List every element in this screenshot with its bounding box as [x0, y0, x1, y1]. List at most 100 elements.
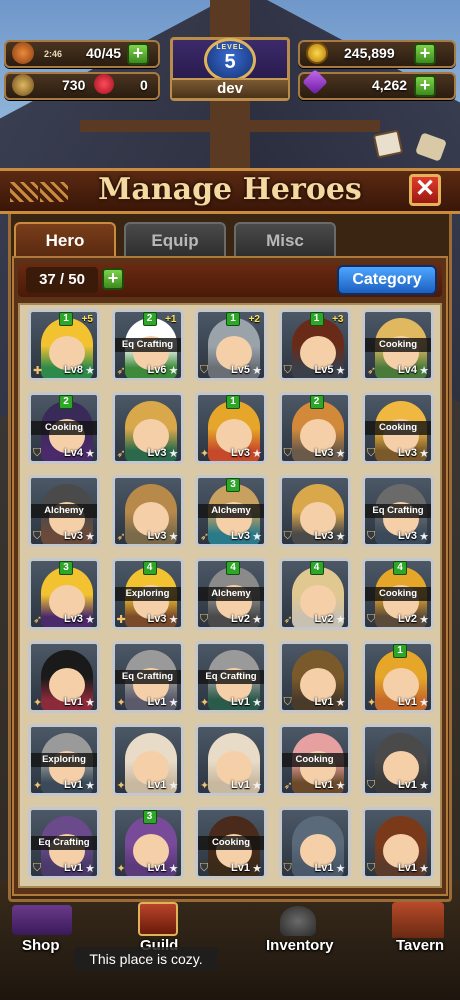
favorite-star-icon[interactable]: ★: [169, 530, 179, 543]
favorite-star-icon[interactable]: ★: [419, 696, 429, 709]
nav-inventory[interactable]: Inventory: [266, 937, 334, 954]
favorite-star-icon[interactable]: ★: [336, 447, 346, 460]
hero-card[interactable]: Lv1 ⛉ ★: [278, 641, 351, 713]
hero-card[interactable]: 3 Alchemy Lv3 ➶ ★: [195, 475, 267, 547]
hero-card[interactable]: 1 +3 Lv5 ⛉ ★: [278, 309, 351, 381]
hero-level: Lv1: [398, 696, 417, 708]
hero-card[interactable]: 1 Lv1 ✦ ★: [362, 641, 434, 713]
hero-card[interactable]: Lv3 ➶ ★: [111, 475, 184, 547]
shop-icon[interactable]: [12, 905, 72, 935]
hero-card[interactable]: Lv1 ✦ ★: [111, 724, 184, 796]
favorite-star-icon[interactable]: ★: [169, 447, 179, 460]
favorite-star-icon[interactable]: ★: [169, 779, 179, 792]
hero-card[interactable]: 3 Lv3 ➶ ★: [28, 558, 100, 630]
hero-card[interactable]: 1 Lv3 ✦ ★: [195, 392, 267, 464]
favorite-star-icon[interactable]: ★: [419, 530, 429, 543]
favorite-star-icon[interactable]: ★: [252, 447, 262, 460]
hero-card[interactable]: 1 +2 Lv5 ⛉ ★: [195, 309, 267, 381]
favorite-star-icon[interactable]: ★: [252, 696, 262, 709]
favorite-star-icon[interactable]: ★: [85, 696, 95, 709]
hero-class-icon: ✚: [33, 365, 43, 377]
favorite-star-icon[interactable]: ★: [85, 530, 95, 543]
favorite-star-icon[interactable]: ★: [336, 779, 346, 792]
hero-card[interactable]: Lv3 ⛉ ★: [278, 475, 351, 547]
hero-level: Lv1: [398, 779, 417, 791]
hero-card[interactable]: Lv1 ✦ ★: [195, 724, 267, 796]
favorite-star-icon[interactable]: ★: [252, 613, 262, 626]
favorite-star-icon[interactable]: ★: [252, 862, 262, 875]
nav-tavern[interactable]: Tavern: [396, 937, 444, 954]
favorite-star-icon[interactable]: ★: [85, 613, 95, 626]
favorite-star-icon[interactable]: ★: [419, 779, 429, 792]
favorite-star-icon[interactable]: ★: [336, 862, 346, 875]
favorite-star-icon[interactable]: ★: [169, 613, 179, 626]
add-stamina-button[interactable]: +: [127, 43, 149, 65]
hero-card[interactable]: 4 Alchemy Lv2 ⛉ ★: [195, 558, 267, 630]
hero-card[interactable]: 4 Lv2 ➶ ★: [278, 558, 351, 630]
favorite-star-icon[interactable]: ★: [419, 862, 429, 875]
hero-class-icon: ⛉: [283, 862, 292, 874]
favorite-star-icon[interactable]: ★: [169, 862, 179, 875]
hero-card[interactable]: 4 Exploring Lv3 ✚ ★: [111, 558, 184, 630]
hero-card[interactable]: Eq Crafting Lv3 ⛉ ★: [362, 475, 434, 547]
favorite-star-icon[interactable]: ★: [336, 696, 346, 709]
hero-card[interactable]: Cooking Lv1 ➶ ★: [278, 724, 351, 796]
add-gems-button[interactable]: +: [414, 75, 436, 97]
hero-class-icon: ➶: [116, 448, 126, 460]
hero-card[interactable]: Cooking Lv4 ➶ ★: [362, 309, 434, 381]
favorite-star-icon[interactable]: ★: [252, 779, 262, 792]
hero-card[interactable]: Eq Crafting Lv1 ⛉ ★: [28, 807, 100, 879]
category-button[interactable]: Category: [337, 265, 437, 295]
favorite-star-icon[interactable]: ★: [85, 779, 95, 792]
hero-card[interactable]: Lv3 ➶ ★: [111, 392, 184, 464]
tab-misc[interactable]: Misc: [234, 222, 336, 256]
hero-card[interactable]: 2 +1 Eq Crafting Lv6 ➶ ★: [111, 309, 184, 381]
hero-card[interactable]: Lv1 ⛉ ★: [362, 807, 434, 879]
hero-level: Lv3: [231, 530, 250, 542]
hero-card[interactable]: 2 Cooking Lv4 ⛉ ★: [28, 392, 100, 464]
favorite-star-icon[interactable]: ★: [336, 613, 346, 626]
hero-card[interactable]: Eq Crafting Lv1 ✦ ★: [111, 641, 184, 713]
favorite-star-icon[interactable]: ★: [419, 364, 429, 377]
hero-card[interactable]: Lv1 ⛉ ★: [278, 807, 351, 879]
level-number: 5: [224, 51, 236, 73]
add-hero-slot-button[interactable]: +: [102, 268, 124, 290]
favorite-star-icon[interactable]: ★: [336, 530, 346, 543]
hero-card[interactable]: Exploring Lv1 ✦ ★: [28, 724, 100, 796]
favorite-star-icon[interactable]: ★: [85, 364, 95, 377]
favorite-star-icon[interactable]: ★: [252, 364, 262, 377]
hero-card[interactable]: 1 +5 Lv8 ✚ ★: [28, 309, 100, 381]
hero-card[interactable]: Cooking Lv3 ⛉ ★: [362, 392, 434, 464]
favorite-star-icon[interactable]: ★: [169, 364, 179, 377]
favorite-star-icon[interactable]: ★: [419, 613, 429, 626]
tab-equip[interactable]: Equip: [124, 222, 226, 256]
inventory-helmet-icon[interactable]: [280, 906, 316, 936]
tab-hero[interactable]: Hero: [14, 222, 116, 256]
hero-rank-badge: 1: [226, 395, 240, 409]
hero-enhance-bonus: +2: [248, 314, 260, 325]
favorite-star-icon[interactable]: ★: [252, 530, 262, 543]
tavern-icon[interactable]: [392, 902, 444, 938]
hero-card[interactable]: 4 Cooking Lv2 ⛉ ★: [362, 558, 434, 630]
favorite-star-icon[interactable]: ★: [85, 862, 95, 875]
favorite-star-icon[interactable]: ★: [336, 364, 346, 377]
favorite-star-icon[interactable]: ★: [85, 447, 95, 460]
hero-class-icon: ✦: [116, 863, 126, 875]
hero-rank-badge: 4: [226, 561, 240, 575]
hero-card[interactable]: Cooking Lv1 ⛉ ★: [195, 807, 267, 879]
nav-shop[interactable]: Shop: [22, 937, 60, 954]
hero-job-label: Eq Crafting: [365, 504, 431, 518]
favorite-star-icon[interactable]: ★: [419, 447, 429, 460]
favorite-star-icon[interactable]: ★: [169, 696, 179, 709]
add-gold-button[interactable]: +: [414, 43, 436, 65]
hero-card[interactable]: Eq Crafting Lv1 ✦ ★: [195, 641, 267, 713]
guild-icon[interactable]: [138, 902, 178, 936]
hero-card[interactable]: 2 Lv3 ⛉ ★: [278, 392, 351, 464]
hero-card[interactable]: Lv1 ✦ ★: [28, 641, 100, 713]
hero-card[interactable]: Alchemy Lv3 ⛉ ★: [28, 475, 100, 547]
heart-plus-icon[interactable]: [94, 74, 114, 94]
hero-rank-badge: 2: [309, 395, 324, 409]
hero-card[interactable]: Lv1 ⛉ ★: [362, 724, 434, 796]
close-button[interactable]: ✕: [409, 174, 441, 206]
hero-card[interactable]: 3 Lv1 ✦ ★: [111, 807, 184, 879]
